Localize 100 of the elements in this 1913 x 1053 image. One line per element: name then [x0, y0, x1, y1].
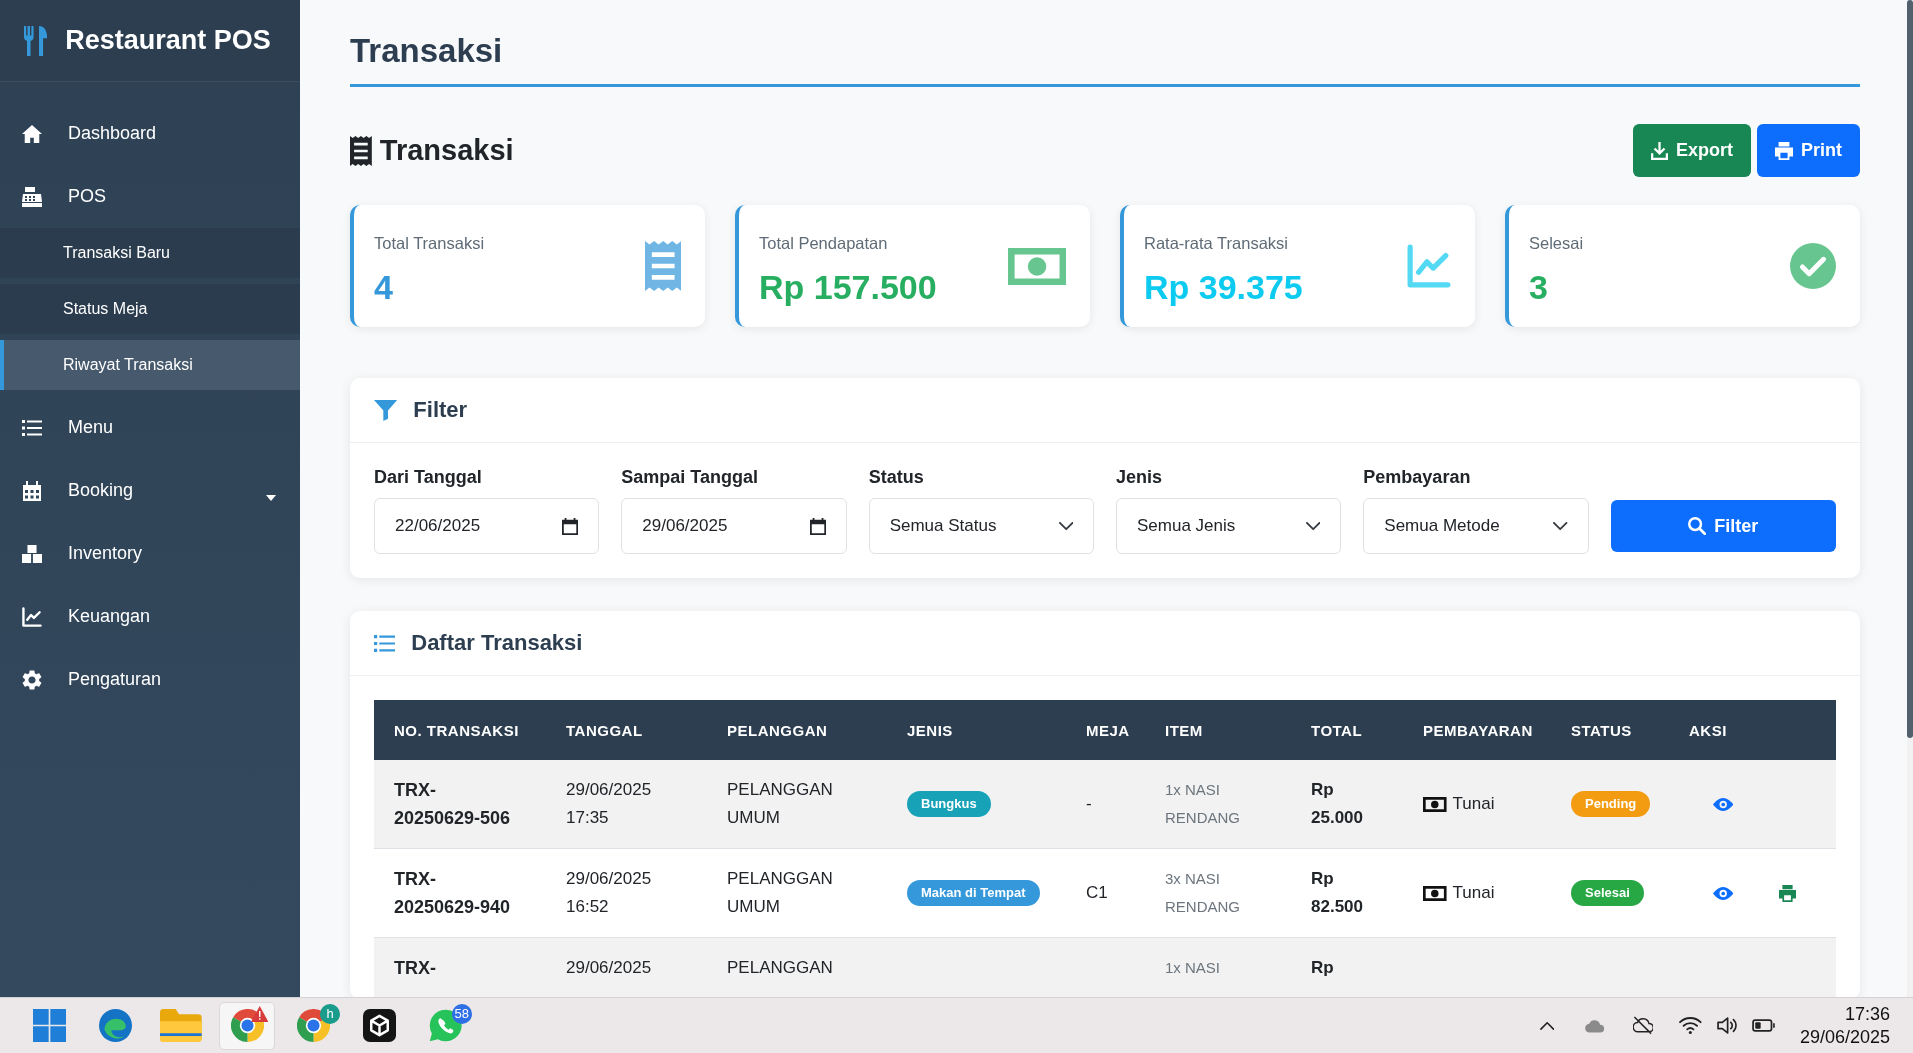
- filter-icon: [374, 399, 398, 421]
- column-header: STATUS: [1551, 700, 1669, 760]
- brand-name: Restaurant POS: [65, 25, 271, 56]
- chevron-down-icon: [1305, 521, 1321, 531]
- list-icon: [22, 417, 42, 438]
- column-header: TANGGAL: [546, 700, 707, 760]
- eye-icon[interactable]: [1713, 797, 1734, 811]
- cube-icon: [362, 1009, 396, 1042]
- nav-subitem[interactable]: Riwayat Transaksi: [0, 340, 300, 390]
- table-number: -: [1086, 793, 1092, 815]
- order-type-tag: Makan di Tempat: [907, 880, 1040, 906]
- speaker-icon[interactable]: [1716, 1017, 1738, 1034]
- payment-method: Tunai: [1452, 793, 1495, 815]
- column-header: AKSI: [1669, 700, 1836, 760]
- search-icon: [1688, 517, 1707, 535]
- nav-item[interactable]: Pengaturan: [0, 648, 300, 711]
- export-button[interactable]: Export: [1632, 124, 1751, 177]
- total-amount: Rp: [1311, 957, 1334, 979]
- wifi-icon[interactable]: [1679, 1017, 1702, 1034]
- stat-value: 3: [1529, 267, 1548, 307]
- select-field[interactable]: Semua Metode: [1363, 498, 1589, 554]
- home-icon: [22, 123, 42, 144]
- nav-item[interactable]: Booking: [0, 459, 300, 522]
- column-header: NO. TRANSAKSI: [374, 700, 546, 760]
- select-field[interactable]: Semua Status: [868, 498, 1094, 554]
- clock-date[interactable]: 29/06/2025: [1799, 1025, 1890, 1049]
- nav-subitem[interactable]: Transaksi Baru: [0, 228, 300, 278]
- order-items: 1x NASI RENDANG: [1165, 780, 1241, 828]
- folder-icon: [160, 1009, 202, 1042]
- utensils-icon: [24, 25, 48, 56]
- calendar-icon: [809, 517, 826, 535]
- stat-value: Rp 157.500: [759, 267, 937, 307]
- column-header: PELANGGAN: [707, 700, 887, 760]
- section-title: Transaksi: [379, 134, 514, 167]
- banknote-icon: [1423, 796, 1447, 812]
- page-title: Transaksi: [350, 31, 503, 71]
- total-amount: Rp 82.500: [1311, 868, 1364, 918]
- customer-name: PELANGGAN UMUM: [727, 779, 834, 829]
- settings-icon: [22, 669, 42, 690]
- transaction-date: 29/06/2025 16:52: [566, 868, 653, 918]
- banknote-icon: [1423, 885, 1447, 901]
- column-header: ITEM: [1145, 700, 1291, 760]
- stat-label: Total Transaksi: [374, 233, 485, 253]
- printer-icon[interactable]: [1779, 884, 1797, 902]
- stat-label: Total Pendapatan: [759, 233, 888, 253]
- field-label: Sampai Tanggal: [621, 466, 759, 489]
- chevron-down-icon: [1058, 521, 1073, 531]
- order-items: 1x NASI: [1165, 958, 1221, 978]
- date-field[interactable]: 29/06/2025: [621, 498, 847, 554]
- scrollbar-thumb[interactable]: [1907, 0, 1913, 738]
- caret-down-icon: [266, 494, 276, 501]
- cloud-off-icon[interactable]: [1632, 1016, 1654, 1035]
- calendar-icon: [562, 517, 579, 535]
- boxes-icon: [22, 543, 42, 564]
- line-chart-icon: [22, 606, 42, 627]
- calendar-icon: [22, 480, 42, 501]
- stat-label: Rata-rata Transaksi: [1144, 233, 1288, 253]
- column-header: MEJA: [1066, 700, 1145, 760]
- stat-label: Selesai: [1529, 233, 1584, 253]
- filter-button[interactable]: Filter: [1610, 500, 1836, 552]
- transaction-number: TRX-20250629-506: [394, 779, 512, 830]
- download-icon: [1650, 141, 1668, 160]
- notification-badge: h: [320, 1003, 340, 1024]
- transaction-date: 29/06/2025: [566, 957, 652, 979]
- select-field[interactable]: Semua Jenis: [1116, 498, 1342, 554]
- nav-subitem[interactable]: Status Meja: [0, 284, 300, 334]
- date-field[interactable]: 22/06/2025: [374, 498, 600, 554]
- table-number: C1: [1086, 882, 1108, 904]
- print-button[interactable]: Print: [1757, 124, 1860, 177]
- field-label: Status: [868, 466, 924, 489]
- transaction-number: TRX-: [394, 957, 436, 980]
- cloud-icon[interactable]: [1585, 1018, 1605, 1033]
- check-circle-icon: [1790, 243, 1836, 289]
- list-icon: [374, 634, 396, 652]
- receipt-icon: [350, 135, 372, 166]
- eye-icon[interactable]: [1713, 886, 1734, 900]
- nav-item[interactable]: Dashboard: [0, 102, 300, 165]
- chevron-up-icon[interactable]: [1539, 1021, 1555, 1030]
- field-label: Pembayaran: [1363, 466, 1471, 489]
- column-header: JENIS: [887, 700, 1066, 760]
- field-label: Jenis: [1116, 466, 1162, 489]
- notification-badge: 58: [451, 1003, 472, 1024]
- total-amount: Rp 25.000: [1311, 779, 1364, 829]
- nav-item[interactable]: Menu: [0, 396, 300, 459]
- status-tag: Pending: [1571, 791, 1651, 817]
- customer-name: PELANGGAN UMUM: [727, 868, 834, 918]
- card-title: Filter: [413, 397, 468, 423]
- customer-name: PELANGGAN: [727, 957, 833, 979]
- card-title: Daftar Transaksi: [411, 630, 583, 656]
- nav-item[interactable]: POS: [0, 165, 300, 228]
- four-squares-icon: [32, 1009, 66, 1042]
- nav-item[interactable]: Keuangan: [0, 585, 300, 648]
- nav-item[interactable]: Inventory: [0, 522, 300, 585]
- banknote-icon: [1007, 247, 1066, 285]
- battery-icon[interactable]: [1752, 1019, 1776, 1032]
- stat-value: Rp 39.375: [1144, 267, 1303, 307]
- taskbar-button[interactable]: 58: [417, 1001, 473, 1050]
- stat-value: 4: [374, 267, 393, 307]
- clock-time[interactable]: 17:36: [1844, 1002, 1890, 1026]
- receipt-icon: [644, 241, 681, 291]
